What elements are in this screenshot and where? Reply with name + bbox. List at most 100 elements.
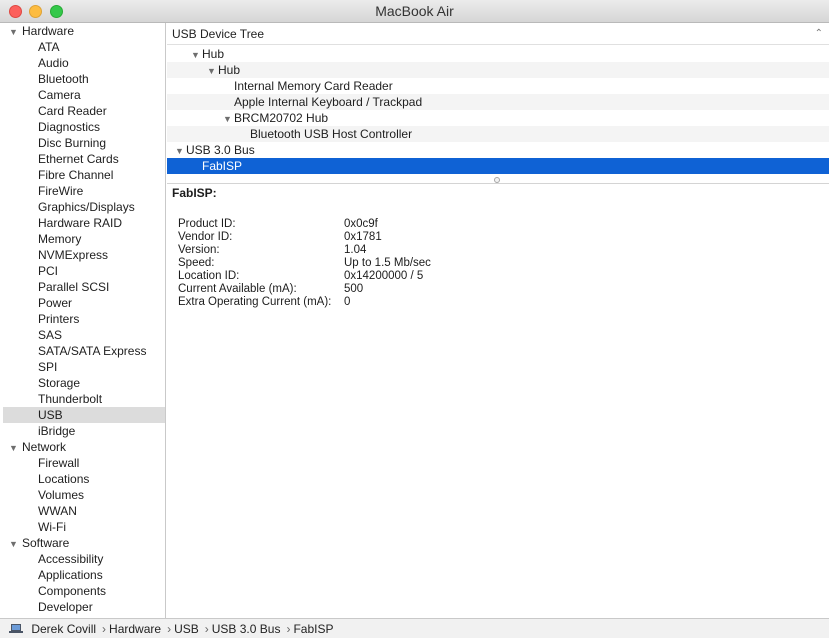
- property-value: 0x0c9f: [344, 218, 378, 230]
- sidebar-item-wwan[interactable]: WWAN: [3, 503, 165, 519]
- path-item-hardware[interactable]: Hardware: [109, 622, 161, 636]
- property-key: Speed:: [178, 257, 215, 269]
- property-key: Extra Operating Current (mA):: [178, 296, 332, 308]
- path-separator-icon: ›: [167, 622, 172, 636]
- tree-row-label: USB 3.0 Bus: [186, 143, 255, 157]
- sidebar-item-wi-fi[interactable]: Wi-Fi: [3, 519, 165, 535]
- sidebar-item-applications[interactable]: Applications: [3, 567, 165, 583]
- sidebar-item-ethernet-cards[interactable]: Ethernet Cards: [3, 151, 165, 167]
- tree-row-label: Hub: [202, 47, 225, 61]
- sidebar-item-diagnostics[interactable]: Diagnostics: [3, 119, 165, 135]
- sidebar-item-nvmexpress[interactable]: NVMExpress: [3, 247, 165, 263]
- sidebar-category-label: Hardware: [22, 24, 75, 38]
- property-list: Product ID: 0x0c9f Vendor ID: 0x1781 Version…: [178, 218, 822, 309]
- disclosure-triangle-icon[interactable]: ▼: [223, 111, 234, 127]
- path-item-usb[interactable]: USB: [174, 622, 199, 636]
- sidebar-item-storage[interactable]: Storage: [3, 375, 165, 391]
- sidebar-item-ata[interactable]: ATA: [3, 39, 165, 55]
- sidebar-item-usb[interactable]: USB: [3, 407, 165, 423]
- path-item-derek-covill[interactable]: Derek Covill: [31, 622, 96, 636]
- tree-header-label: USB Device Tree: [172, 27, 265, 41]
- tree-row-hub[interactable]: ▼ Hub: [167, 46, 829, 62]
- tree-row-internal-memory-card-reader[interactable]: Internal Memory Card Reader: [167, 78, 829, 94]
- sidebar-item-audio[interactable]: Audio: [3, 55, 165, 71]
- sidebar: ▼ Hardware ATA Audio Bluetooth Camera Card Rea…: [3, 23, 166, 618]
- sidebar-item-graphics-displays[interactable]: Graphics/Displays: [3, 199, 165, 215]
- disclosure-triangle-icon[interactable]: ▼: [9, 24, 22, 40]
- disclosure-triangle-icon[interactable]: ▼: [207, 63, 218, 79]
- sidebar-item-printers[interactable]: Printers: [3, 311, 165, 327]
- path-item-usb-3-0-bus[interactable]: USB 3.0 Bus: [212, 622, 281, 636]
- sidebar-item-parallel-scsi[interactable]: Parallel SCSI: [3, 279, 165, 295]
- sidebar-category-network[interactable]: ▼ Network: [3, 439, 165, 455]
- window-title: MacBook Air: [375, 3, 454, 19]
- tree-row-label: Internal Memory Card Reader: [234, 79, 393, 93]
- sidebar-item-sata-sata-express[interactable]: SATA/SATA Express: [3, 343, 165, 359]
- device-detail: FabISP: Product ID: 0x0c9f Vendor ID: 0x178…: [172, 184, 822, 309]
- laptop-icon: [9, 624, 23, 634]
- sidebar-category-hardware[interactable]: ▼ Hardware: [3, 23, 165, 39]
- property-key: Location ID:: [178, 270, 240, 282]
- property-key: Vendor ID:: [178, 231, 233, 243]
- path-item-fabisp[interactable]: FabISP: [293, 622, 333, 636]
- sidebar-item-volumes[interactable]: Volumes: [3, 487, 165, 503]
- sidebar-category-label: Network: [22, 440, 67, 454]
- property-value: 500: [344, 283, 364, 295]
- tree-row-hub[interactable]: ▼ Hub: [167, 62, 829, 78]
- split-view-divider[interactable]: [167, 176, 829, 184]
- divider-handle-icon[interactable]: [494, 177, 500, 183]
- property-value: 1.04: [344, 244, 367, 256]
- tree-row-label: Apple Internal Keyboard / Trackpad: [234, 95, 423, 109]
- tree-row-fabisp[interactable]: FabISP: [167, 158, 829, 174]
- tree-row-label: FabISP: [202, 159, 243, 173]
- property-row-current-available-ma: Current Available (mA): 500: [178, 283, 822, 296]
- sidebar-category-software[interactable]: ▼ Software: [3, 535, 165, 551]
- tree-row-label: Hub: [218, 63, 241, 77]
- sidebar-item-ibridge[interactable]: iBridge: [3, 423, 165, 439]
- sidebar-item-firewire[interactable]: FireWire: [3, 183, 165, 199]
- disclosure-triangle-icon[interactable]: ▼: [191, 47, 202, 63]
- property-row-vendor-id: Vendor ID: 0x1781: [178, 231, 822, 244]
- title-bar: MacBook Air: [0, 0, 829, 23]
- tree-row-apple-internal-keyboard-trackpad[interactable]: Apple Internal Keyboard / Trackpad: [167, 94, 829, 110]
- path-bar: Derek Covill › Hardware › USB › USB 3.0 Bus › Fa…: [0, 618, 829, 638]
- chevron-up-icon[interactable]: ⌃: [815, 23, 823, 45]
- property-value: 0x14200000 / 5: [344, 270, 424, 282]
- sidebar-item-pci[interactable]: PCI: [3, 263, 165, 279]
- disclosure-triangle-icon[interactable]: ▼: [9, 440, 22, 456]
- tree-row-label: BRCM20702 Hub: [234, 111, 329, 125]
- sidebar-item-firewall[interactable]: Firewall: [3, 455, 165, 471]
- disclosure-triangle-icon[interactable]: ▼: [9, 536, 22, 552]
- property-key: Product ID:: [178, 218, 236, 230]
- sidebar-item-hardware-raid[interactable]: Hardware RAID: [3, 215, 165, 231]
- sidebar-item-camera[interactable]: Camera: [3, 87, 165, 103]
- sidebar-item-bluetooth[interactable]: Bluetooth: [3, 71, 165, 87]
- tree-row-bluetooth-usb-host-controller[interactable]: Bluetooth USB Host Controller: [167, 126, 829, 142]
- detail-title: FabISP:: [172, 186, 217, 200]
- property-value: 0: [344, 296, 351, 308]
- property-row-speed: Speed: Up to 1.5 Mb/sec: [178, 257, 822, 270]
- sidebar-item-power[interactable]: Power: [3, 295, 165, 311]
- sidebar-item-components[interactable]: Components: [3, 583, 165, 599]
- sidebar-category-label: Software: [22, 536, 70, 550]
- sidebar-item-thunderbolt[interactable]: Thunderbolt: [3, 391, 165, 407]
- sidebar-item-fibre-channel[interactable]: Fibre Channel: [3, 167, 165, 183]
- tree-row-brcm20702-hub[interactable]: ▼ BRCM20702 Hub: [167, 110, 829, 126]
- sidebar-item-disc-burning[interactable]: Disc Burning: [3, 135, 165, 151]
- sidebar-item-developer[interactable]: Developer: [3, 599, 165, 615]
- property-key: Version:: [178, 244, 220, 256]
- disclosure-triangle-icon[interactable]: ▼: [175, 143, 186, 159]
- sidebar-item-memory[interactable]: Memory: [3, 231, 165, 247]
- property-key: Current Available (mA):: [178, 283, 297, 295]
- sidebar-item-sas[interactable]: SAS: [3, 327, 165, 343]
- sidebar-item-accessibility[interactable]: Accessibility: [3, 551, 165, 567]
- tree-row-label: Bluetooth USB Host Controller: [250, 127, 413, 141]
- property-value: 0x1781: [344, 231, 382, 243]
- tree-header[interactable]: USB Device Tree ⌃: [167, 23, 829, 45]
- sidebar-item-spi[interactable]: SPI: [3, 359, 165, 375]
- tree-row-usb-3-0-bus[interactable]: ▼ USB 3.0 Bus: [167, 142, 829, 158]
- sidebar-item-locations[interactable]: Locations: [3, 471, 165, 487]
- property-row-product-id: Product ID: 0x0c9f: [178, 218, 822, 231]
- property-value: Up to 1.5 Mb/sec: [344, 257, 431, 269]
- sidebar-item-card-reader[interactable]: Card Reader: [3, 103, 165, 119]
